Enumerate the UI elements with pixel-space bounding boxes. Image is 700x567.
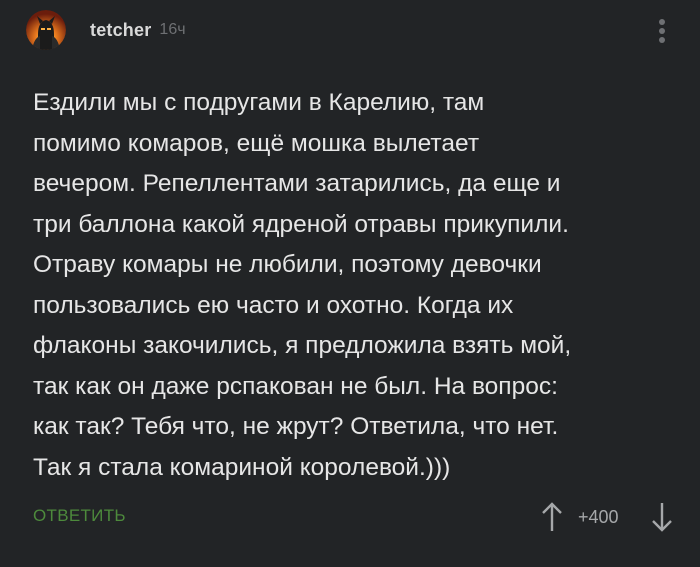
comment-line: помимо комаров, ещё мошка вылетает bbox=[33, 129, 480, 157]
comment-line: вечером. Репеллентами затарились, да еще… bbox=[33, 170, 561, 197]
more-vertical-icon bbox=[659, 19, 665, 43]
comment-time: 16ч bbox=[159, 21, 186, 38]
comment-line: Так я стала комариной королевой.))) bbox=[33, 453, 451, 481]
comment-body: Ездили мы с подругами в Карелию, там пом… bbox=[33, 83, 683, 488]
arrow-down-icon bbox=[652, 503, 672, 532]
comment: tetcher 16ч Ездили мы с подругами в Каре… bbox=[0, 0, 700, 567]
avatar[interactable] bbox=[26, 10, 66, 50]
avatar-icon bbox=[26, 10, 66, 50]
comment-line: флаконы закочились, я предложила взять м… bbox=[33, 332, 572, 359]
comment-line: пользовались ею часто и охотно. Когда их bbox=[33, 291, 514, 319]
comment-header: tetcher 16ч bbox=[26, 10, 186, 50]
downvote-button[interactable] bbox=[650, 500, 674, 534]
comment-line: так как он даже рспакован не был. На воп… bbox=[33, 372, 558, 400]
reply-button[interactable]: ОТВЕТИТЬ bbox=[33, 506, 126, 526]
comment-line: Ездили мы с подругами в Карелию, там bbox=[33, 89, 485, 116]
more-options-button[interactable] bbox=[648, 14, 676, 48]
author-name[interactable]: tetcher bbox=[90, 20, 151, 41]
comment-line: три баллона какой ядреной отравы прикупи… bbox=[33, 210, 569, 238]
upvote-button[interactable] bbox=[540, 500, 564, 534]
comment-score: +400 bbox=[578, 507, 619, 527]
comment-line: Отраву комары не любили, поэтому девочки bbox=[33, 251, 542, 278]
arrow-up-icon bbox=[542, 502, 562, 531]
comment-line: как так? Тебя что, не жрут? Ответила, чт… bbox=[33, 413, 559, 440]
